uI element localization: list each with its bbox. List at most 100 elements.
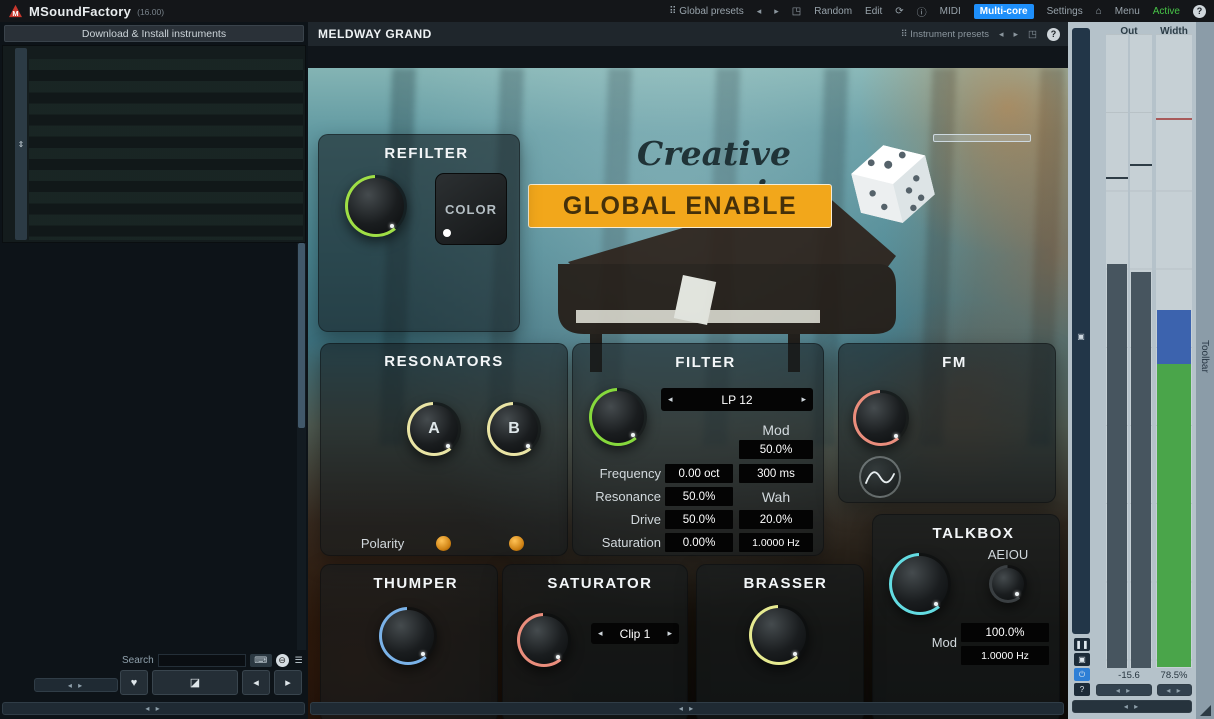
global-presets-button[interactable]: ⠿ Global presets bbox=[669, 6, 744, 17]
panel-icon[interactable]: ▣ bbox=[1072, 332, 1090, 341]
fm-enable-led[interactable] bbox=[851, 356, 885, 369]
reso-b-knob[interactable]: B bbox=[487, 402, 541, 456]
randomize-dice-icon[interactable] bbox=[468, 574, 485, 593]
filter-wah-rate[interactable]: 1.0000 Hz bbox=[739, 533, 813, 552]
filter-frequency[interactable]: 0.00 oct bbox=[665, 464, 733, 483]
ab-compare-icon[interactable]: ⟳ bbox=[895, 6, 903, 17]
next-icon[interactable]: ▸ bbox=[667, 628, 672, 639]
filter-mod-rate[interactable]: 300 ms bbox=[739, 464, 813, 483]
msoundfactory-window: M MSoundFactory (16.00) ⠿ Global presets… bbox=[0, 0, 1214, 719]
reso-b-enable-led[interactable] bbox=[495, 382, 525, 395]
filter-mod-amount[interactable]: 50.0% bbox=[739, 440, 813, 459]
random-button[interactable]: Random bbox=[814, 6, 852, 17]
main-hscrollbar[interactable]: ◂ ▸ bbox=[310, 702, 1064, 715]
prev-icon[interactable]: ◂ bbox=[668, 394, 673, 405]
refilter-enable-led[interactable] bbox=[331, 147, 365, 160]
tree-hscrollbar[interactable]: ◂ ▸ bbox=[34, 678, 118, 692]
filter-vscrollbar[interactable]: ⇕ bbox=[15, 48, 27, 240]
randomize-dice-icon[interactable] bbox=[1024, 353, 1043, 372]
filter-drive[interactable]: 50.0% bbox=[665, 510, 733, 529]
midi-button[interactable]: MIDI bbox=[940, 6, 961, 17]
settings-button[interactable]: Settings bbox=[1047, 6, 1083, 17]
preset-list bbox=[118, 243, 296, 650]
scrollbar-thumb[interactable] bbox=[298, 243, 305, 428]
randomize-dice-icon[interactable] bbox=[663, 574, 675, 593]
preset-list-scrollbar[interactable] bbox=[297, 243, 306, 650]
out-meter-hscrollbar[interactable]: ◂ ▸ bbox=[1096, 684, 1152, 696]
vscroll-icon: ⇕ bbox=[18, 140, 25, 149]
talkbox-knob[interactable] bbox=[889, 553, 951, 615]
multicore-button[interactable]: Multi-core bbox=[974, 4, 1034, 19]
active-status[interactable]: Active bbox=[1153, 6, 1180, 17]
randomize-dice-icon[interactable] bbox=[488, 144, 507, 163]
browser-hscrollbar[interactable]: ◂ ▸ bbox=[2, 702, 305, 715]
meter-mode-button[interactable]: ▣ bbox=[1074, 653, 1090, 666]
refilter-knob[interactable] bbox=[345, 175, 407, 237]
preset-browser-icon[interactable]: ◳ bbox=[792, 6, 801, 17]
width-meter-hscrollbar[interactable]: ◂ ▸ bbox=[1157, 684, 1192, 696]
prev-preset-button[interactable]: ◂ bbox=[242, 670, 270, 695]
power-button[interactable]: ⏻ bbox=[1074, 668, 1090, 681]
thumper-enable-led[interactable] bbox=[333, 577, 363, 590]
search-input[interactable] bbox=[158, 654, 246, 667]
info-icon[interactable]: ⓘ bbox=[917, 4, 927, 19]
next-icon[interactable]: ▸ bbox=[1013, 29, 1018, 40]
list-view-icon[interactable]: ☰ bbox=[293, 654, 305, 667]
toolbar-hscrollbar[interactable]: ◂ ▸ bbox=[1072, 700, 1192, 713]
thumper-knob[interactable] bbox=[379, 607, 437, 665]
help-icon[interactable]: ? bbox=[1193, 5, 1206, 18]
keyboard-icon[interactable]: ⌨ bbox=[250, 654, 272, 667]
refilter-color-pad[interactable]: COLOR bbox=[435, 173, 507, 245]
vowel-knob[interactable] bbox=[989, 565, 1027, 603]
fm-shape-button[interactable] bbox=[859, 456, 901, 498]
help-icon[interactable]: ? bbox=[1047, 28, 1060, 41]
saturator-shape-dropdown[interactable]: ◂ Clip 1 ▸ bbox=[591, 623, 679, 644]
talkbox-mod-rate[interactable]: 1.0000 Hz bbox=[961, 646, 1049, 665]
global-enable-button[interactable]: GLOBAL ENABLE bbox=[528, 184, 832, 228]
fm-knob[interactable] bbox=[853, 390, 909, 446]
next-preset-icon[interactable]: ▸ bbox=[774, 6, 779, 17]
prev-preset-icon[interactable]: ◂ bbox=[757, 6, 762, 17]
saturator-knob[interactable] bbox=[517, 613, 571, 667]
randomize-dice-icon[interactable] bbox=[453, 379, 472, 398]
brasser-module: BRASSER bbox=[696, 564, 864, 719]
prev-icon[interactable]: ◂ bbox=[999, 29, 1004, 40]
out-meter-value: -15.6 bbox=[1106, 670, 1152, 681]
next-icon[interactable]: ▸ bbox=[801, 394, 806, 405]
home-icon[interactable]: ⌂ bbox=[1096, 6, 1102, 17]
brasser-knob[interactable] bbox=[749, 605, 809, 665]
randomize-dice-icon[interactable] bbox=[837, 574, 851, 593]
download-install-button[interactable]: Download & Install instruments bbox=[4, 25, 304, 42]
menu-button[interactable]: Menu bbox=[1115, 6, 1140, 17]
clear-search-icon[interactable]: ⊖ bbox=[276, 654, 289, 667]
filter-saturation[interactable]: 0.00% bbox=[665, 533, 733, 552]
filter-enable-led[interactable] bbox=[585, 356, 619, 369]
saturator-enable-led[interactable] bbox=[515, 577, 537, 590]
reso-a-enable-led[interactable] bbox=[415, 382, 445, 395]
filter-cutoff-knob[interactable] bbox=[589, 388, 647, 446]
preset-action-button[interactable]: ◪ bbox=[152, 670, 238, 695]
help-button[interactable]: ? bbox=[1074, 683, 1090, 696]
talkbox-mod-amount[interactable]: 100.0% bbox=[961, 623, 1049, 642]
reso-a-knob[interactable]: A bbox=[407, 402, 461, 456]
randomize-dice-icon[interactable] bbox=[792, 353, 811, 372]
pause-button[interactable]: ❚❚ bbox=[1074, 638, 1090, 651]
polarity-a-toggle[interactable] bbox=[436, 536, 451, 551]
instrument-presets-button[interactable]: ⠿ Instrument presets bbox=[901, 29, 989, 40]
browse-icon[interactable]: ◳ bbox=[1028, 29, 1037, 40]
prev-icon[interactable]: ◂ bbox=[598, 628, 603, 639]
collapsed-side-strip[interactable] bbox=[1072, 28, 1090, 634]
resize-grip[interactable] bbox=[1200, 705, 1211, 716]
edit-button[interactable]: Edit bbox=[865, 6, 882, 17]
filter-type-dropdown[interactable]: ◂ LP 12 ▸ bbox=[661, 388, 813, 411]
filter-wah-amount[interactable]: 20.0% bbox=[739, 510, 813, 529]
filter-resonance[interactable]: 50.0% bbox=[665, 487, 733, 506]
next-preset-button[interactable]: ▸ bbox=[274, 670, 302, 695]
polarity-b-toggle[interactable] bbox=[509, 536, 524, 551]
favorite-button[interactable]: ♥ bbox=[120, 670, 148, 695]
randomize-dice-icon[interactable] bbox=[533, 379, 552, 398]
brasser-enable-led[interactable] bbox=[709, 577, 733, 590]
toolbar-strip[interactable]: Toolbar bbox=[1196, 22, 1214, 719]
talkbox-enable-led[interactable] bbox=[885, 527, 919, 540]
randomize-dice-icon[interactable] bbox=[1028, 524, 1047, 543]
